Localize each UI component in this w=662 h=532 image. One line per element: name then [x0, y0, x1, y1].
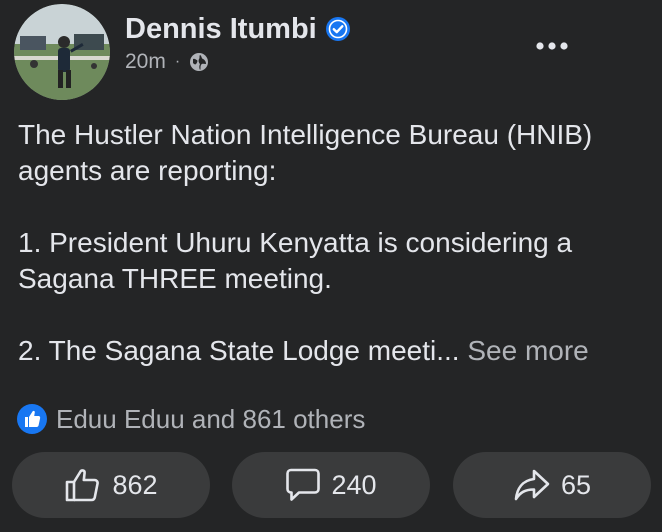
post-card: Dennis Itumbi 20m · The Hustler Nation I… — [0, 0, 662, 532]
author-avatar[interactable] — [14, 4, 110, 100]
like-count: 862 — [112, 469, 158, 500]
thumbs-up-icon — [66, 469, 100, 502]
more-horizontal-icon — [536, 42, 568, 50]
like-button[interactable]: 862 — [12, 452, 210, 518]
author-row: Dennis Itumbi — [125, 11, 351, 47]
share-button[interactable]: 65 — [453, 452, 651, 518]
reactions-summary[interactable]: Eduu Eduu and 861 others — [16, 402, 365, 436]
comment-count: 240 — [331, 469, 377, 500]
share-arrow-icon — [514, 469, 550, 501]
action-bar: 862 240 65 — [12, 452, 652, 518]
avatar-photo — [14, 4, 110, 100]
truncated-text: 2. The Sagana State Lodge meeti... — [18, 335, 460, 366]
comment-button[interactable]: 240 — [232, 452, 430, 518]
more-options-button[interactable] — [530, 28, 574, 64]
post-timestamp[interactable]: 20m — [125, 48, 166, 76]
reactions-text[interactable]: Eduu Eduu and 861 others — [56, 402, 365, 436]
meta-separator: · — [174, 53, 181, 70]
share-count: 65 — [560, 469, 592, 500]
comment-bubble-icon — [286, 468, 321, 501]
post-body: The Hustler Nation Intelligence Bureau (… — [18, 117, 648, 369]
post-truncated-line: 2. The Sagana State Lodge meeti... See m… — [18, 333, 648, 369]
post-paragraph: The Hustler Nation Intelligence Bureau (… — [18, 119, 593, 186]
author-name[interactable]: Dennis Itumbi — [125, 11, 317, 47]
post-paragraph: 1. President Uhuru Kenyatta is consideri… — [18, 227, 573, 294]
verified-badge-icon — [325, 16, 351, 42]
see-more-link[interactable]: See more — [467, 335, 588, 366]
globe-icon[interactable] — [189, 52, 209, 72]
like-reaction-icon — [16, 403, 48, 435]
post-meta: 20m · — [125, 48, 209, 76]
